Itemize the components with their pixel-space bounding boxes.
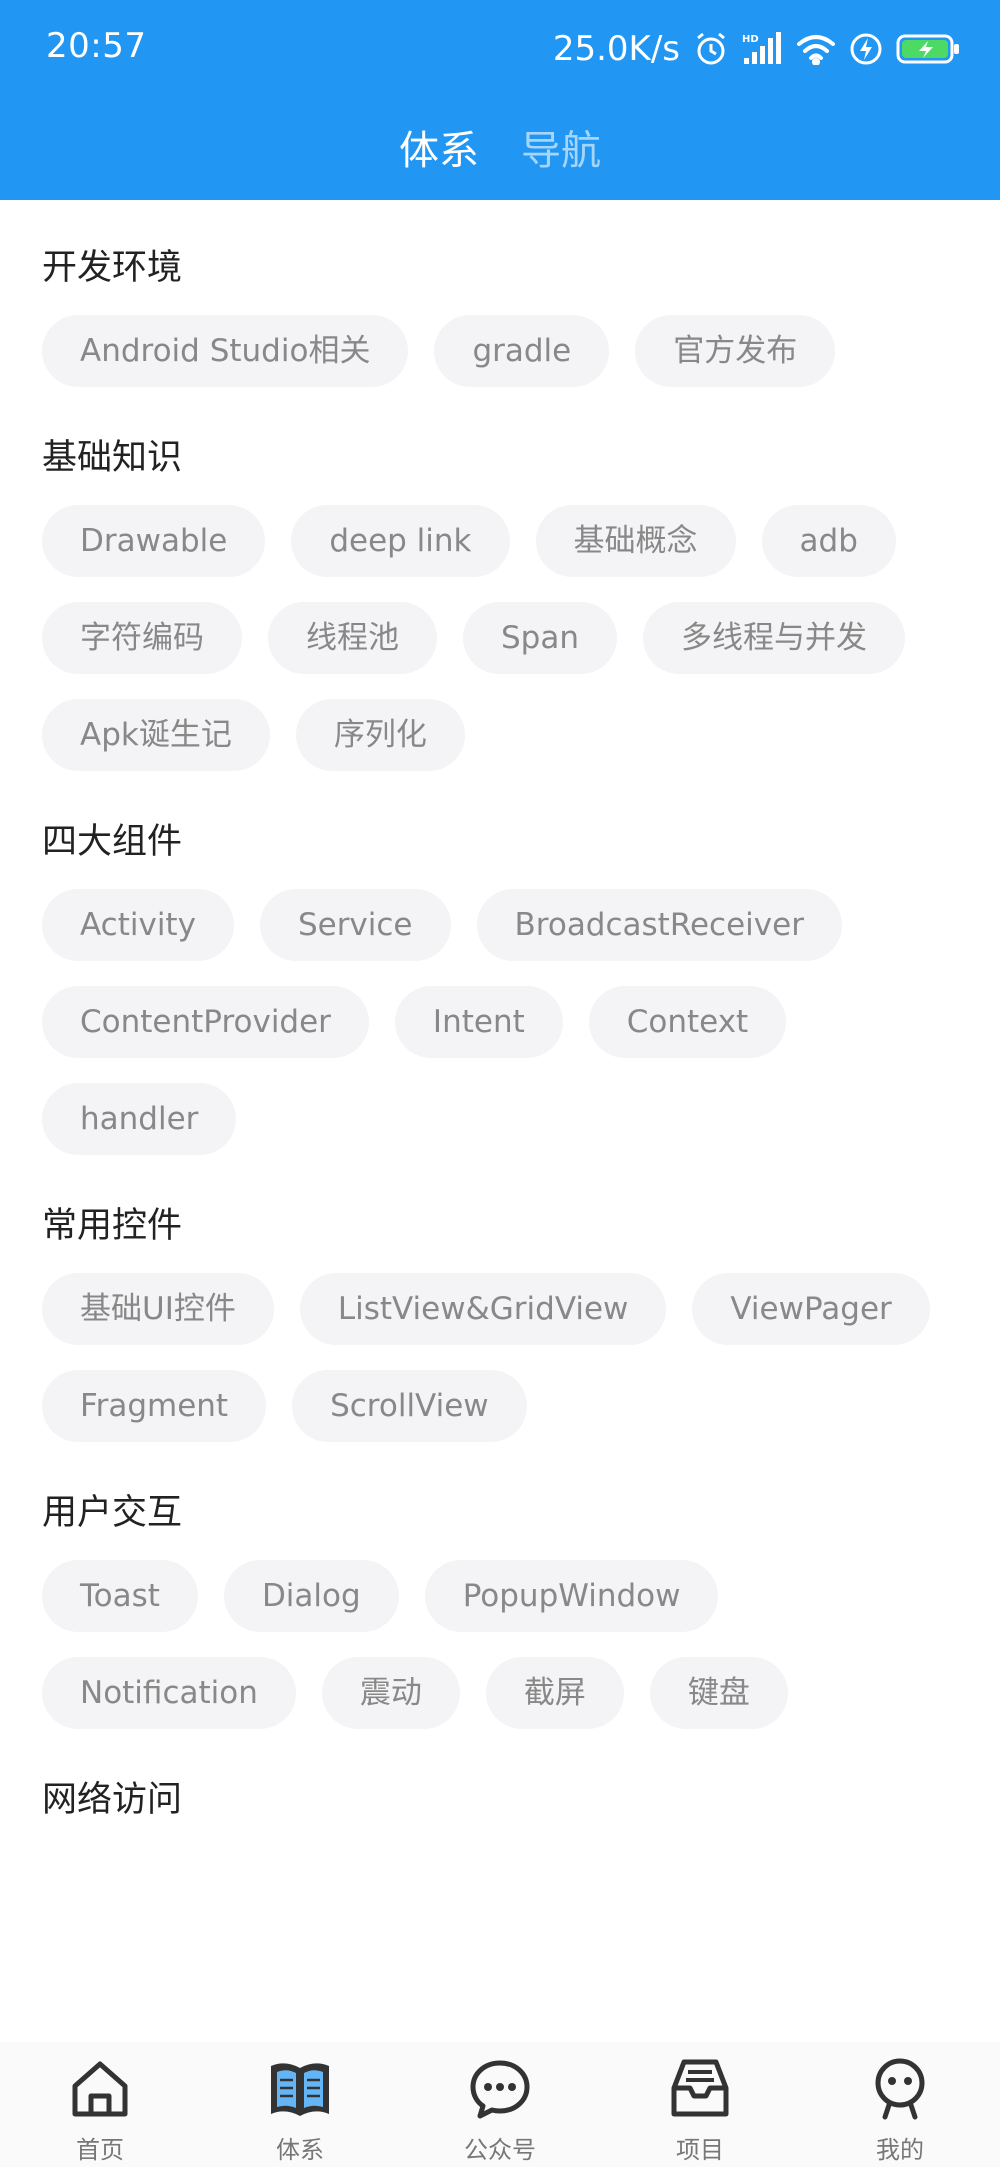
chip-android-studio[interactable]: Android Studio相关 (42, 315, 409, 387)
section-four-components: 四大组件 Activity Service BroadcastReceiver … (0, 771, 1000, 1155)
chip-char-encoding[interactable]: 字符编码 (42, 602, 242, 674)
chip-gradle[interactable]: gradle (434, 315, 610, 387)
section-title[interactable]: 常用控件 (42, 1203, 958, 1249)
chip-scrollview[interactable]: ScrollView (292, 1370, 527, 1442)
top-tabs: 体系 导航 (0, 112, 1000, 182)
chip-content-provider[interactable]: ContentProvider (42, 986, 369, 1058)
chip-thread-pool[interactable]: 线程池 (268, 602, 437, 674)
section-title[interactable]: 网络访问 (42, 1777, 958, 1823)
section-title[interactable]: 开发环境 (42, 245, 958, 291)
hd-signal-icon: HD (742, 32, 782, 66)
chip-viewpager[interactable]: ViewPager (692, 1273, 930, 1345)
status-time: 20:57 (46, 26, 147, 66)
section-network-access: 网络访问 (0, 1729, 1000, 1823)
home-icon (67, 2056, 133, 2122)
chip-group: Drawable deep link 基础概念 adb 字符编码 线程池 Spa… (42, 505, 958, 771)
chip-screenshot[interactable]: 截屏 (485, 1657, 624, 1729)
section-title[interactable]: 基础知识 (42, 435, 958, 481)
chip-service[interactable]: Service (259, 889, 451, 961)
chip-notification[interactable]: Notification (42, 1657, 296, 1729)
status-bar: 20:57 25.0K/s HD (0, 0, 1000, 100)
nav-label: 体系 (276, 2136, 324, 2164)
nav-label: 我的 (876, 2136, 924, 2164)
alarm-icon (694, 31, 728, 67)
nav-official-accounts[interactable]: 公众号 (400, 2042, 600, 2167)
inbox-tray-icon (667, 2056, 733, 2122)
chip-official-release[interactable]: 官方发布 (635, 315, 836, 387)
section-common-widgets: 常用控件 基础UI控件 ListView&GridView ViewPager … (0, 1155, 1000, 1442)
chip-context[interactable]: Context (588, 986, 787, 1058)
chip-activity[interactable]: Activity (42, 889, 234, 961)
section-dev-environment: 开发环境 Android Studio相关 gradle 官方发布 (0, 200, 1000, 387)
chip-intent[interactable]: Intent (394, 986, 563, 1058)
nav-projects[interactable]: 项目 (600, 2042, 800, 2167)
nav-label: 首页 (76, 2136, 124, 2164)
chip-broadcast-receiver[interactable]: BroadcastReceiver (476, 889, 842, 961)
chip-fragment[interactable]: Fragment (42, 1370, 267, 1442)
chip-multithreading[interactable]: 多线程与并发 (643, 602, 905, 674)
chat-bubble-icon (467, 2056, 533, 2122)
app-header: 20:57 25.0K/s HD 体系 导航 (0, 0, 1000, 200)
battery-icon (896, 34, 960, 64)
chip-adb[interactable]: adb (761, 505, 896, 577)
robot-face-icon (867, 2056, 933, 2122)
chip-handler[interactable]: handler (42, 1083, 237, 1155)
chip-basic-ui-widgets[interactable]: 基础UI控件 (42, 1273, 274, 1345)
network-speed: 25.0K/s (552, 29, 680, 69)
wifi-icon (796, 33, 836, 65)
charging-bolt-icon (850, 32, 882, 66)
nav-home[interactable]: 首页 (0, 2042, 200, 2167)
chip-toast[interactable]: Toast (42, 1560, 198, 1632)
chip-group: Toast Dialog PopupWindow Notification 震动… (42, 1560, 958, 1729)
chip-group: Activity Service BroadcastReceiver Conte… (42, 889, 958, 1155)
nav-system[interactable]: 体系 (200, 2042, 400, 2167)
chip-span[interactable]: Span (463, 602, 617, 674)
chip-popupwindow[interactable]: PopupWindow (424, 1560, 719, 1632)
section-title[interactable]: 四大组件 (42, 819, 958, 865)
bottom-navigation: 首页 体系 公众号 项目 我的 (0, 2042, 1000, 2167)
status-indicators: 25.0K/s HD (553, 26, 960, 72)
nav-mine[interactable]: 我的 (800, 2042, 1000, 2167)
tab-system[interactable]: 体系 (399, 118, 479, 176)
chip-keyboard[interactable]: 键盘 (649, 1657, 788, 1729)
book-icon (267, 2056, 333, 2122)
section-title[interactable]: 用户交互 (42, 1490, 958, 1536)
section-user-interaction: 用户交互 Toast Dialog PopupWindow Notificati… (0, 1442, 1000, 1729)
section-basic-knowledge: 基础知识 Drawable deep link 基础概念 adb 字符编码 线程… (0, 387, 1000, 771)
nav-label: 项目 (676, 2136, 724, 2164)
nav-label: 公众号 (464, 2136, 536, 2164)
category-list[interactable]: 开发环境 Android Studio相关 gradle 官方发布 基础知识 D… (0, 200, 1000, 2042)
chip-group: 基础UI控件 ListView&GridView ViewPager Fragm… (42, 1273, 958, 1442)
tab-navigation[interactable]: 导航 (521, 118, 601, 176)
chip-dialog[interactable]: Dialog (223, 1560, 399, 1632)
chip-listview-gridview[interactable]: ListView&GridView (299, 1273, 667, 1345)
chip-group: Android Studio相关 gradle 官方发布 (42, 315, 958, 387)
chip-deep-link[interactable]: deep link (291, 505, 510, 577)
svg-text:HD: HD (742, 34, 759, 45)
chip-serialization[interactable]: 序列化 (295, 699, 465, 771)
chip-basic-concepts[interactable]: 基础概念 (535, 505, 736, 577)
chip-drawable[interactable]: Drawable (42, 505, 266, 577)
chip-apk-birth[interactable]: Apk诞生记 (42, 699, 270, 771)
chip-vibration[interactable]: 震动 (321, 1657, 460, 1729)
